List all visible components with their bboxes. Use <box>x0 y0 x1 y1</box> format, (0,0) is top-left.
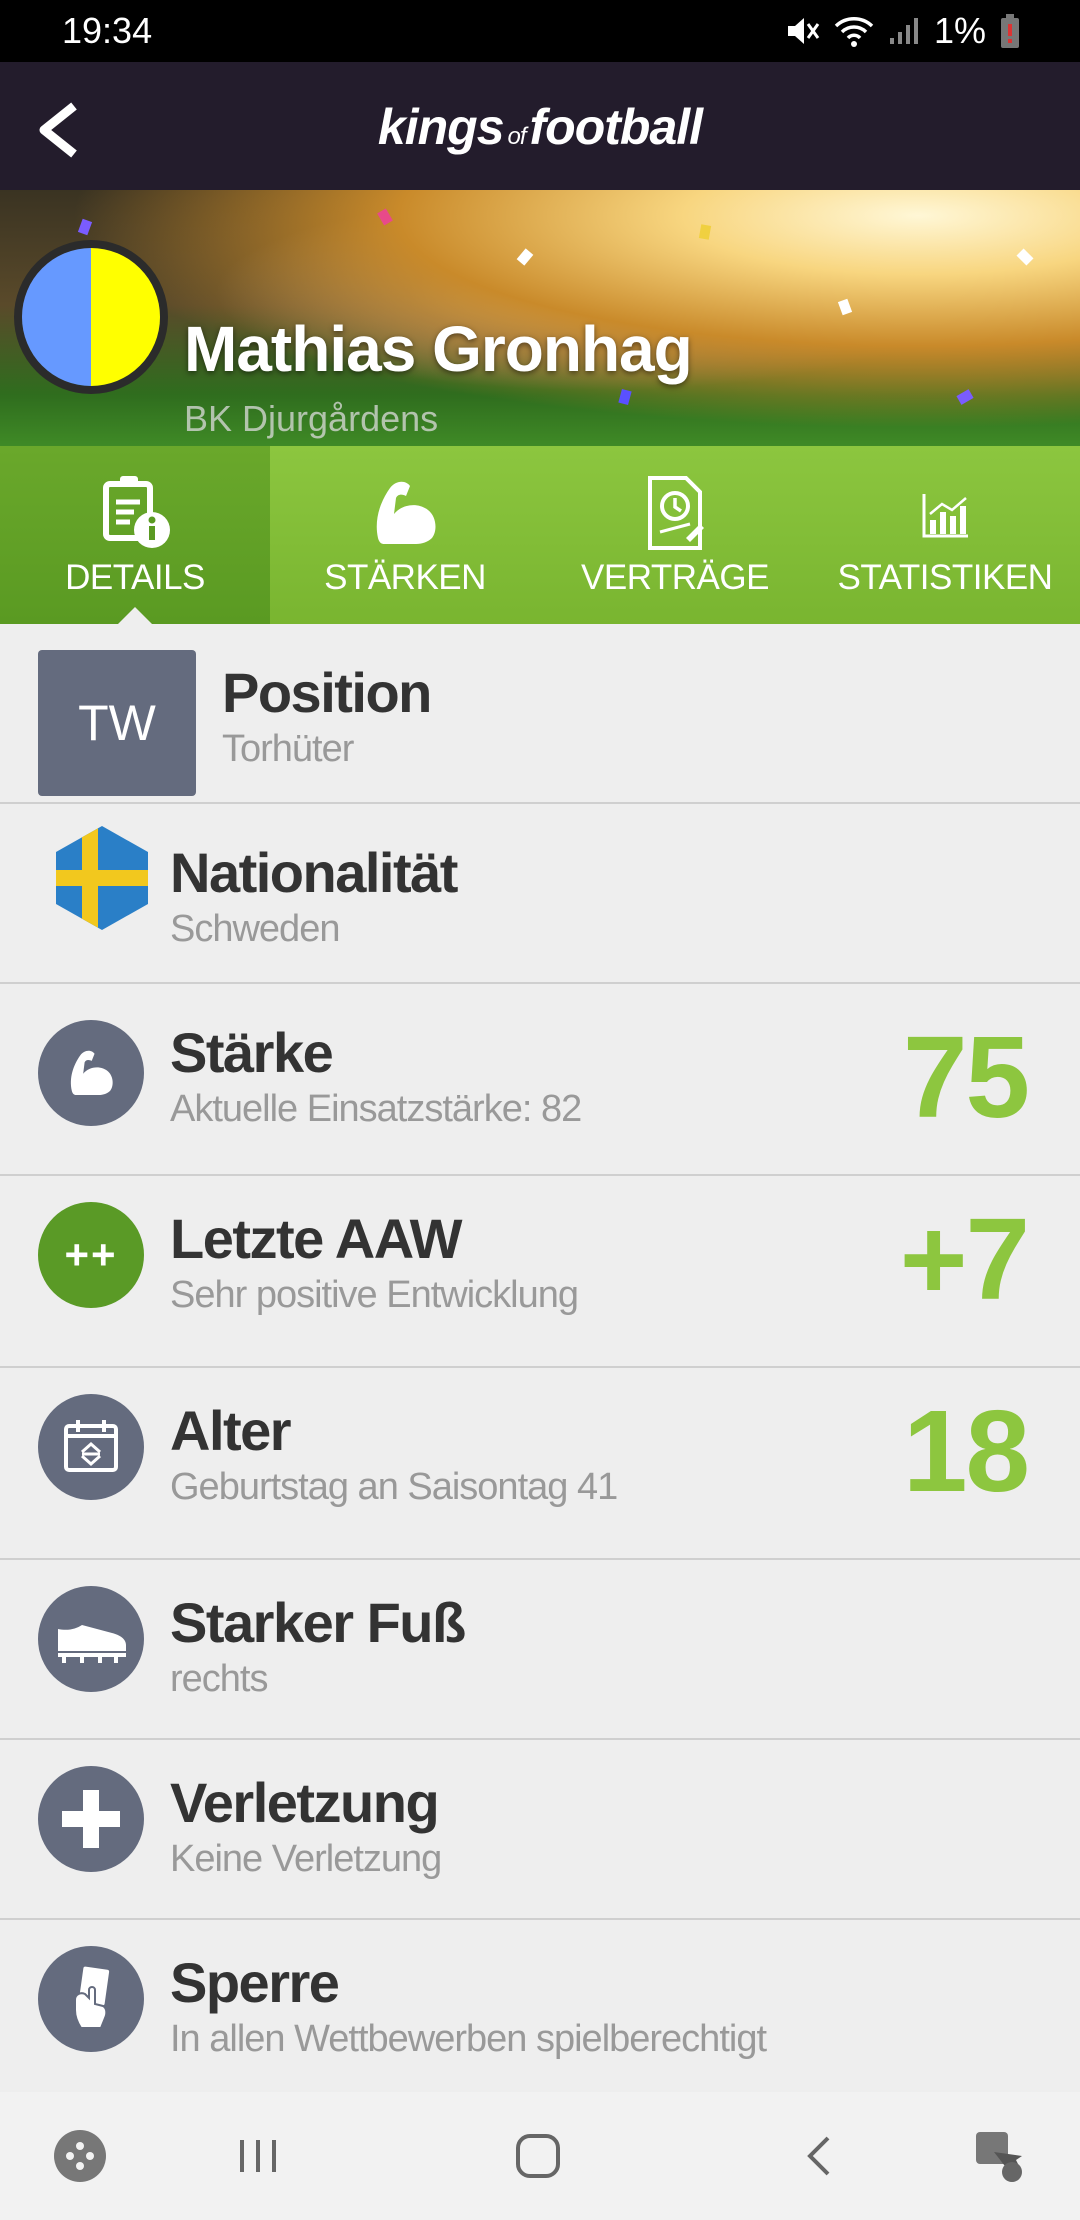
touch-lock-icon[interactable] <box>968 2126 1028 2186</box>
list-item-last-aaw[interactable]: ++ Letzte AAW Sehr positive Entwicklung … <box>0 1176 1080 1368</box>
tab-staerken-label: STÄRKEN <box>324 558 486 597</box>
strong-foot-value: rechts <box>170 1658 268 1700</box>
strength-title: Stärke <box>170 1021 334 1084</box>
flexed-arm-icon <box>376 481 436 544</box>
suspension-title: Sperre <box>170 1951 340 2014</box>
tab-statistiken[interactable]: STATISTIKEN <box>810 446 1080 624</box>
injury-value: Keine Verletzung <box>170 1838 442 1880</box>
flexed-arm-icon <box>70 1050 113 1096</box>
list-item-suspension[interactable]: Sperre In allen Wettbewerben spielberech… <box>0 1920 1080 2100</box>
tab-bar: DETAILS STÄRKEN VERTRÄGE STATISTIKEN <box>0 446 1080 625</box>
last-aaw-title: Letzte AAW <box>170 1207 462 1270</box>
referee-card-icon <box>74 1966 110 2029</box>
tab-details-label: DETAILS <box>65 558 205 597</box>
referee-card-icon-badge <box>38 1946 144 2052</box>
active-tab-indicator <box>117 607 153 625</box>
football-boot-icon-badge <box>38 1586 144 1692</box>
signal-icon <box>889 18 918 44</box>
last-aaw-value: +7 <box>899 1194 1030 1324</box>
player-name: Mathias Gronhag <box>184 313 693 385</box>
strength-subtitle: Aktuelle Einsatzstärke: 82 <box>170 1088 582 1130</box>
medical-cross-icon-badge <box>38 1766 144 1872</box>
system-navigation-bar <box>0 2092 1080 2220</box>
strength-value: 75 <box>902 1012 1030 1142</box>
game-launcher-icon[interactable] <box>50 2126 110 2186</box>
tab-vertraege-label: VERTRÄGE <box>581 558 769 597</box>
status-bar: 19:34 1% <box>0 0 1080 62</box>
age-value: 18 <box>902 1386 1030 1516</box>
plus-plus-icon-text: ++ <box>64 1231 118 1278</box>
status-time: 19:34 <box>62 10 153 51</box>
mute-icon <box>787 18 820 44</box>
list-item-nationality[interactable]: Nationalität Schweden <box>0 804 1080 984</box>
document-info-icon <box>103 476 170 548</box>
battery-low-icon <box>1001 14 1019 48</box>
age-subtitle: Geburtstag an Saisontag 41 <box>170 1466 618 1508</box>
position-title: Position <box>222 661 432 724</box>
position-badge: TW <box>38 650 196 796</box>
battery-percent: 1% <box>933 10 986 51</box>
club-crest <box>14 240 168 394</box>
calendar-icon-badge <box>38 1394 144 1500</box>
logo-word-kings: kings <box>377 99 505 155</box>
player-club: BK Djurgårdens <box>184 398 439 439</box>
nationality-title: Nationalität <box>170 841 458 904</box>
tab-vertraege[interactable]: VERTRÄGE <box>540 446 810 624</box>
bar-chart-icon <box>922 494 968 538</box>
contract-clock-icon <box>648 476 704 550</box>
plus-plus-icon: ++ <box>38 1202 144 1308</box>
injury-title: Verletzung <box>170 1771 440 1834</box>
position-value: Torhüter <box>222 728 354 770</box>
list-item-strong-foot[interactable]: Starker Fuß rechts <box>0 1560 1080 1740</box>
wifi-icon <box>834 17 874 47</box>
status-icons: 1% <box>784 10 1020 52</box>
logo-word-football: football <box>529 99 704 155</box>
home-icon[interactable] <box>508 2126 568 2186</box>
back-icon[interactable] <box>790 2126 850 2186</box>
strong-foot-title: Starker Fuß <box>170 1591 466 1654</box>
details-list: TW Position Torhüter Nationalität Schwed… <box>0 624 1080 2100</box>
tab-details[interactable]: DETAILS <box>0 446 270 625</box>
suspension-value: In allen Wettbewerben spielberechtigt <box>170 2018 767 2060</box>
medical-cross-icon <box>62 1790 120 1848</box>
tab-staerken[interactable]: STÄRKEN <box>270 446 540 624</box>
tab-statistiken-label: STATISTIKEN <box>837 558 1053 597</box>
sweden-flag-icon <box>56 826 148 930</box>
app-logo: kings offootball <box>0 98 1080 156</box>
logo-word-of: of <box>507 123 527 150</box>
list-item-age[interactable]: Alter Geburtstag an Saisontag 41 18 <box>0 1368 1080 1560</box>
list-item-position[interactable]: TW Position Torhüter <box>0 624 1080 804</box>
last-aaw-subtitle: Sehr positive Entwicklung <box>170 1274 579 1316</box>
calendar-icon <box>64 1420 118 1472</box>
list-item-strength[interactable]: Stärke Aktuelle Einsatzstärke: 82 75 <box>0 984 1080 1176</box>
app-header: kings offootball <box>0 62 1080 190</box>
list-item-injury[interactable]: Verletzung Keine Verletzung <box>0 1740 1080 1920</box>
strength-icon-badge <box>38 1020 144 1126</box>
recent-apps-icon[interactable] <box>228 2126 288 2186</box>
football-boot-icon <box>58 1625 126 1663</box>
nationality-value: Schweden <box>170 908 340 950</box>
age-title: Alter <box>170 1399 292 1462</box>
